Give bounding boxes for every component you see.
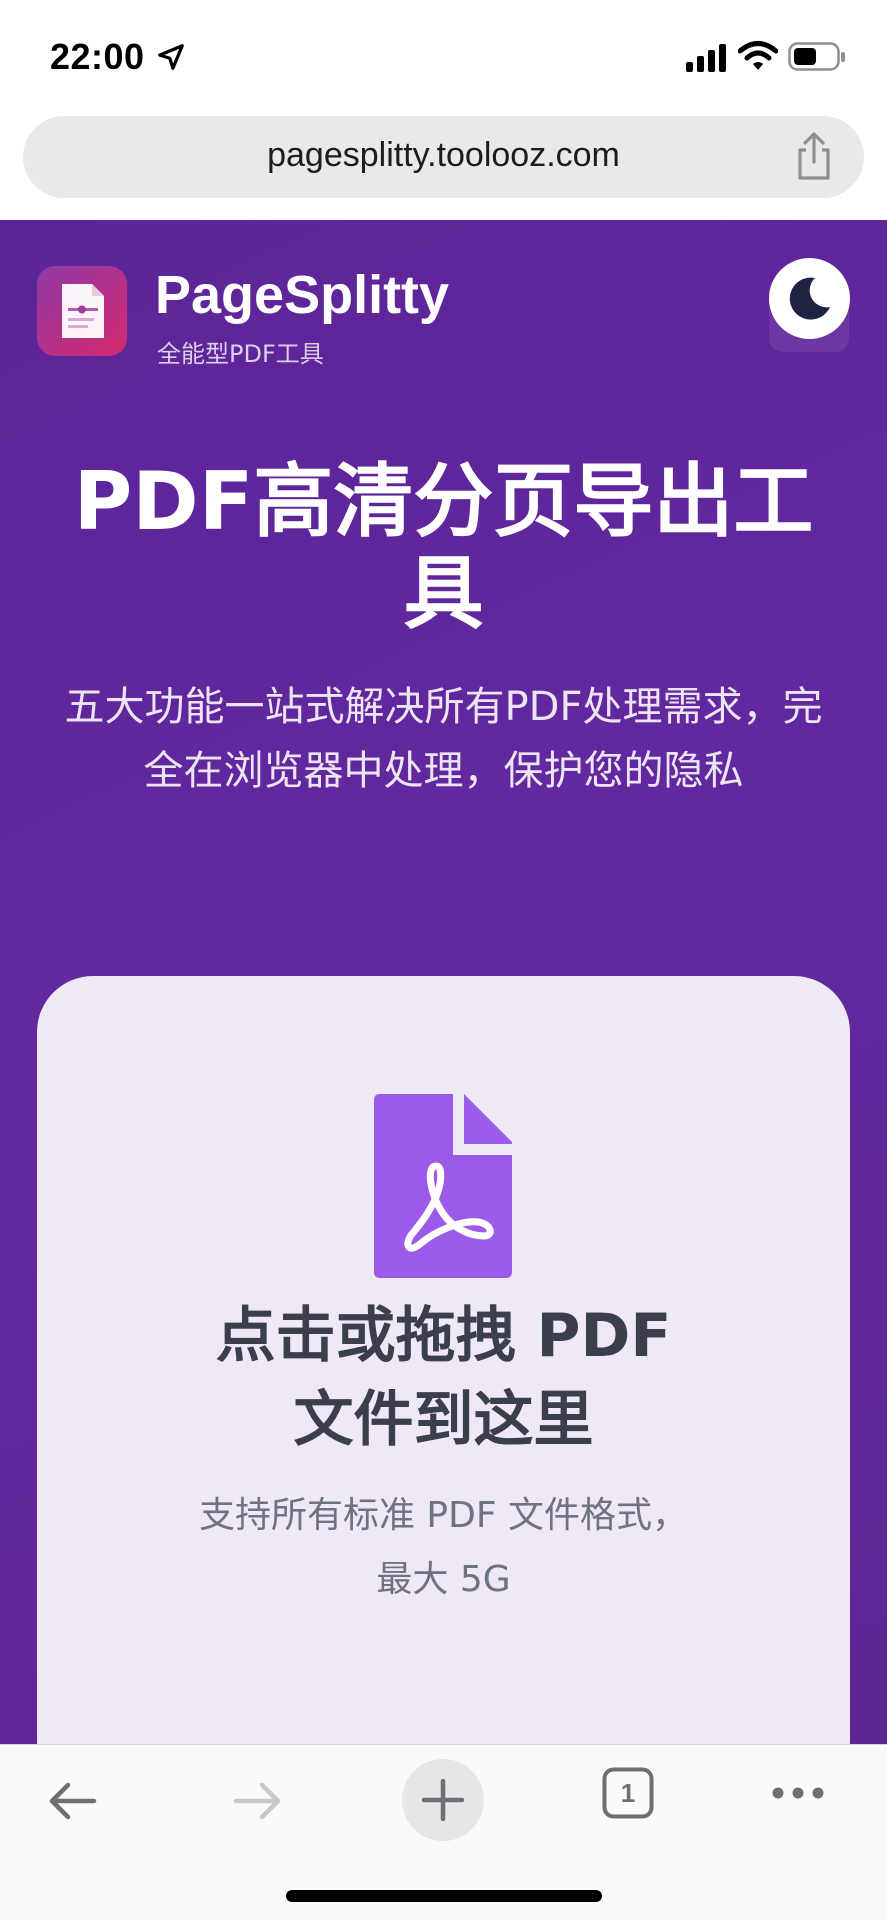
web-page: PageSplitty 全能型PDF工具 PDF高清分页导出工具 五大功能一站式… <box>0 220 887 1744</box>
brand-subtitle: 全能型PDF工具 <box>157 340 324 368</box>
new-tab-button[interactable] <box>402 1759 484 1841</box>
status-time: 22:00 <box>50 36 145 77</box>
app-logo[interactable] <box>37 266 127 356</box>
plus-icon <box>422 1779 464 1821</box>
cellular-signal-icon <box>686 44 726 72</box>
back-arrow-icon[interactable] <box>44 1773 100 1829</box>
address-bar[interactable]: pagesplitty.toolooz.com <box>23 116 864 198</box>
hero-title: PDF高清分页导出工具 <box>73 455 814 640</box>
upload-title-line1: 点击或拖拽 PDF <box>215 1301 672 1371</box>
upload-dropzone[interactable]: 点击或拖拽 PDF 文件到这里 支持所有标准 PDF 文件格式， 最大 5G <box>37 976 850 1744</box>
share-icon[interactable] <box>792 132 836 182</box>
brand-name[interactable]: PageSplitty <box>155 264 449 326</box>
status-bar: 22:00 <box>0 0 887 112</box>
moon-icon <box>789 277 830 320</box>
forward-arrow-icon[interactable] <box>230 1773 286 1829</box>
more-icon[interactable] <box>770 1785 826 1801</box>
upload-title-line2: 文件到这里 <box>293 1385 594 1455</box>
upload-hint-line2: 最大 5G <box>376 1559 511 1600</box>
upload-title: 点击或拖拽 PDF 文件到这里 <box>37 1294 850 1462</box>
battery-icon <box>788 42 845 71</box>
theme-toggle-button[interactable] <box>769 258 850 339</box>
location-arrow-icon <box>158 44 184 70</box>
upload-hint: 支持所有标准 PDF 文件格式， 最大 5G <box>37 1484 850 1612</box>
document-split-icon <box>62 284 104 338</box>
wifi-icon <box>738 41 778 70</box>
upload-hint-line1: 支持所有标准 PDF 文件格式， <box>198 1495 689 1536</box>
hero-subtitle: 五大功能一站式解决所有PDF处理需求，完全在浏览器中处理，保护您的隐私 <box>64 684 823 794</box>
tab-count[interactable]: 1 <box>602 1767 654 1819</box>
url-text[interactable]: pagesplitty.toolooz.com <box>23 136 864 175</box>
home-indicator[interactable] <box>286 1890 602 1902</box>
pdf-file-icon <box>374 1094 512 1278</box>
